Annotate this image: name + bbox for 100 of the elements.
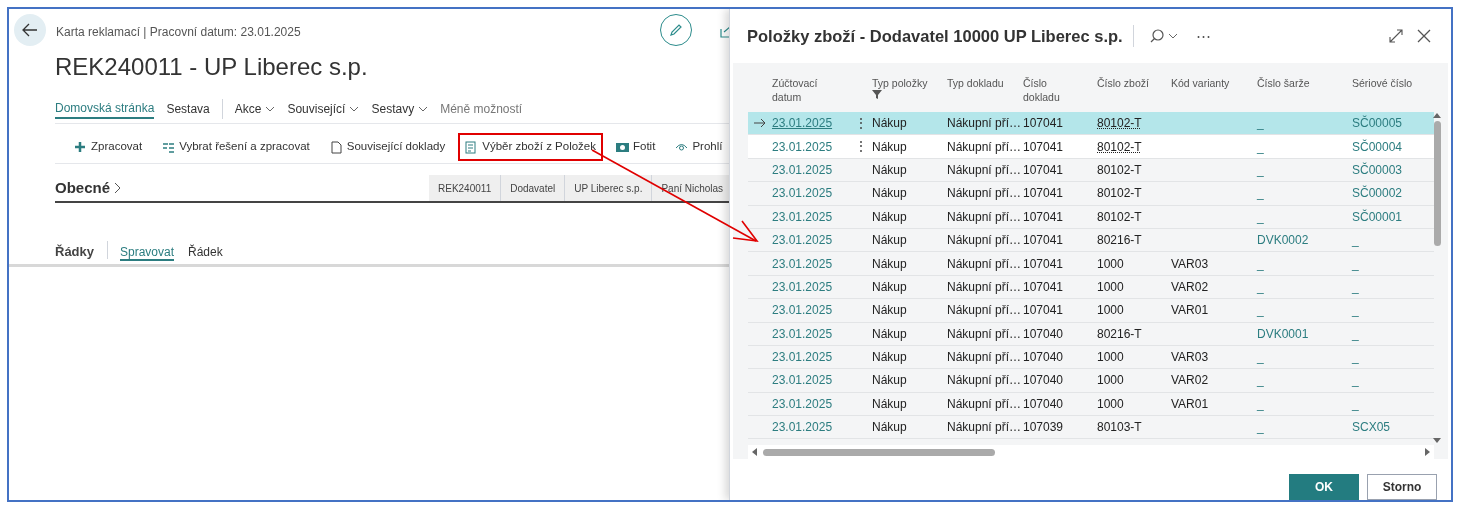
table-link[interactable]: SČ00002	[1352, 186, 1403, 201]
table-link[interactable]: _	[1352, 303, 1359, 318]
table-cell: Nákupní pří…	[947, 350, 1022, 365]
table-link[interactable]: SČ00004	[1352, 139, 1403, 154]
date-link[interactable]: 23.01.2025	[772, 420, 833, 435]
date-link[interactable]: 23.01.2025	[772, 326, 833, 341]
action-button[interactable]: Související doklady	[322, 133, 453, 161]
row-arrow-icon	[754, 118, 766, 129]
table-link[interactable]: _	[1257, 373, 1264, 388]
table-link[interactable]: _	[1257, 139, 1264, 154]
column-header: Číslo zboží	[1097, 76, 1150, 90]
date-link[interactable]: 23.01.2025	[772, 303, 833, 318]
table-row[interactable]: 23.01.2025 Nákup Nákupní pří… 107040 1000 VAR02 _ _	[748, 369, 1434, 393]
table-link[interactable]: _	[1352, 350, 1359, 365]
table-cell: 107040	[1023, 350, 1064, 365]
table-row[interactable]: 23.01.2025 Nákup Nákupní pří… 107041 1000 VAR02 _ _	[748, 275, 1434, 300]
table-row[interactable]: 23.01.2025 Nákup Nákupní pří… 107040 1000 VAR01 _ _	[748, 392, 1434, 417]
table-cell: Nákupní pří…	[947, 373, 1022, 388]
table-link[interactable]: _	[1257, 350, 1264, 365]
nav-tab[interactable]: Sestavy	[371, 99, 429, 119]
table-link[interactable]: _	[1352, 326, 1359, 341]
horizontal-scrollbar[interactable]	[748, 445, 1434, 459]
column-header: Kód varianty	[1171, 76, 1231, 90]
table-cell: Nákupní pří…	[947, 162, 1022, 177]
back-button[interactable]	[14, 14, 46, 46]
table-cell: Nákup	[872, 186, 907, 201]
table-row[interactable]: 23.01.2025 Nákup Nákupní pří… 107040 1000 VAR03 _ _	[748, 345, 1434, 370]
date-link[interactable]: 23.01.2025	[772, 209, 833, 224]
table-link[interactable]: SČ00005	[1352, 116, 1403, 131]
table-row[interactable]: 23.01.2025 Nákup Nákupní pří… 107041 80102-T _ SČ00001	[748, 205, 1434, 229]
expand-button[interactable]	[1389, 29, 1403, 43]
action-button[interactable]: Vybrat řešení a zpracovat	[155, 133, 317, 161]
table-cell: 80102-T	[1097, 162, 1142, 177]
date-link[interactable]: 23.01.2025	[772, 116, 833, 131]
table-link[interactable]: _	[1257, 256, 1264, 271]
table-link[interactable]: _	[1257, 162, 1264, 177]
more-button[interactable]: ⋯	[1195, 24, 1211, 48]
nav-tab[interactable]: Domovská stránka	[55, 99, 155, 119]
field-pill: Dodavatel	[501, 175, 565, 201]
date-link[interactable]: 23.01.2025	[772, 396, 833, 411]
table-link[interactable]: DVK0002	[1257, 233, 1309, 248]
table-link[interactable]: _	[1257, 279, 1264, 294]
table-row[interactable]: 23.01.2025 Nákup Nákupní pří… 107039 80103-T _ SCX05	[748, 416, 1434, 440]
back-arrow-icon	[22, 23, 38, 37]
table-row[interactable]: 23.01.2025 Nákup Nákupní pří… 107041 80102-T _ SČ00002	[748, 182, 1434, 206]
table-cell: Nákup	[872, 162, 907, 177]
table-link[interactable]: _	[1352, 373, 1359, 388]
table-row[interactable]: 23.01.2025 ⋮ Nákup Nákupní pří… 107041 80102-T _ SČ00005	[748, 112, 1434, 136]
table-link[interactable]: DVK0001	[1257, 326, 1309, 341]
column-header: Číslo šarže	[1257, 76, 1311, 90]
row-menu-button[interactable]: ⋮	[854, 138, 868, 155]
table-link[interactable]: SČ00003	[1352, 162, 1403, 177]
action-button[interactable]: Fotit	[609, 133, 663, 161]
table-link[interactable]: SCX05	[1352, 420, 1391, 435]
table-link[interactable]: _	[1257, 303, 1264, 318]
table-cell: 1000	[1097, 279, 1124, 294]
date-link[interactable]: 23.01.2025	[772, 186, 833, 201]
ok-button[interactable]: OK	[1289, 474, 1359, 500]
search-button[interactable]	[1149, 29, 1178, 43]
table-cell: 80102-T	[1097, 209, 1142, 224]
table-row[interactable]: 23.01.2025 Nákup Nákupní pří… 107041 1000 VAR03 _ _	[748, 252, 1434, 276]
date-link[interactable]: 23.01.2025	[772, 373, 833, 388]
date-link[interactable]: 23.01.2025	[772, 256, 833, 271]
vertical-scrollbar[interactable]	[1432, 113, 1442, 443]
table-row[interactable]: 23.01.2025 Nákup Nákupní pří… 107041 1000 VAR01 _ _	[748, 299, 1434, 323]
date-link[interactable]: 23.01.2025	[772, 350, 833, 365]
table-row[interactable]: 23.01.2025 Nákup Nákupní pří… 107040 80216-T DVK0001 _	[748, 322, 1434, 346]
table-link[interactable]: _	[1257, 396, 1264, 411]
scroll-up-icon	[1433, 113, 1441, 118]
nav-tab[interactable]: Akce	[234, 99, 276, 119]
action-button[interactable]: Zpracovat	[67, 133, 150, 161]
table-link[interactable]: _	[1352, 396, 1359, 411]
table-link[interactable]: _	[1257, 420, 1264, 435]
action-button[interactable]: Výběr zboží z Položek	[458, 133, 603, 161]
close-button[interactable]	[1417, 29, 1431, 43]
action-button[interactable]: Prohlí	[668, 133, 729, 161]
table-row[interactable]: 23.01.2025 ⋮ Nákup Nákupní pří… 107041 80102-T _ SČ00004	[748, 135, 1434, 159]
date-link[interactable]: 23.01.2025	[772, 139, 833, 154]
table-link[interactable]: _	[1257, 209, 1264, 224]
table-link[interactable]: _	[1257, 116, 1264, 131]
table-link[interactable]: _	[1257, 186, 1264, 201]
date-link[interactable]: 23.01.2025	[772, 162, 833, 177]
table-cell: 107041	[1023, 186, 1064, 201]
table-cell: Nákup	[872, 326, 907, 341]
row-menu-button[interactable]: ⋮	[854, 114, 868, 131]
date-link[interactable]: 23.01.2025	[772, 279, 833, 294]
nav-tab[interactable]: Sestava	[166, 99, 210, 119]
table-link[interactable]: SČ00001	[1352, 209, 1403, 224]
table-link[interactable]: _	[1352, 256, 1359, 271]
table-link[interactable]: _	[1352, 279, 1359, 294]
table-link[interactable]: _	[1352, 233, 1359, 248]
cancel-button[interactable]: Storno	[1367, 474, 1437, 500]
date-link[interactable]: 23.01.2025	[772, 233, 833, 248]
table-row[interactable]: 23.01.2025 Nákup Nákupní pří… 107041 80102-T _ SČ00003	[748, 158, 1434, 183]
table-row[interactable]: 23.01.2025 Nákup Nákupní pří… 107041 80216-T DVK0002 _	[748, 228, 1434, 253]
lines-tab[interactable]: Spravovat	[120, 243, 175, 261]
nav-tab[interactable]: Méně možností	[440, 99, 523, 119]
lines-tab[interactable]: Řádek	[188, 243, 223, 261]
nav-tab[interactable]: Související	[287, 99, 360, 119]
section-header[interactable]: Obecné	[55, 177, 122, 200]
